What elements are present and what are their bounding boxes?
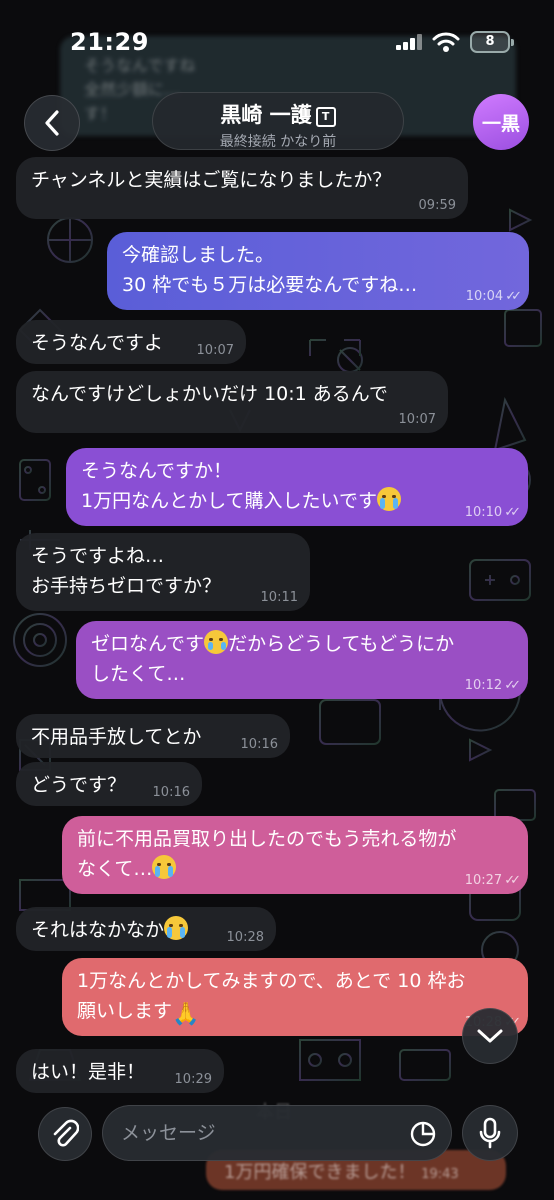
incoming-message[interactable]: なんですけどしょかいだけ 10:1 あるんで 10:07 bbox=[16, 371, 448, 433]
outgoing-message[interactable]: 1万なんとかしてみますので、あとで 10 枠お願いします🙏10:28✓✓ bbox=[62, 958, 528, 1036]
crying-face-emoji-icon bbox=[164, 916, 189, 940]
chevron-left-icon bbox=[45, 110, 59, 136]
paperclip-icon bbox=[53, 1119, 79, 1147]
message-input-box[interactable] bbox=[102, 1105, 452, 1161]
message-input[interactable] bbox=[121, 1116, 401, 1150]
message-text: ゼロなんです bbox=[91, 630, 229, 655]
message-text: 1万円なんとかして購入したいです bbox=[81, 486, 513, 516]
message-text: なんですけどしょかいだけ 10:1 あるんで bbox=[31, 383, 388, 405]
microphone-icon bbox=[479, 1117, 501, 1149]
contact-avatar[interactable]: 一黒 bbox=[473, 94, 529, 150]
chevron-down-icon bbox=[477, 1029, 503, 1043]
message-timestamp: 10:10 ✓✓ bbox=[464, 505, 521, 520]
message-text: 30 枠でも５万は必要なんですね… bbox=[122, 274, 418, 296]
contact-name: 黒崎 一護 T bbox=[153, 99, 403, 129]
message-text: チャンネルと実績はご覧になりましたか？ bbox=[31, 169, 392, 191]
message-timestamp: 10:12 ✓✓ bbox=[464, 678, 521, 693]
last-seen-status: 最終接続 かなり前 bbox=[219, 134, 337, 150]
message-timestamp: 10:07 bbox=[196, 343, 234, 358]
incoming-message[interactable]: そうですよね… お手持ちゼロですか？ 10:11 bbox=[16, 533, 310, 611]
message-timestamp: 10:29 bbox=[174, 1072, 212, 1087]
incoming-message[interactable]: 不用品手放してとか 10:16 bbox=[16, 714, 290, 758]
message-timestamp: 10:16 bbox=[240, 737, 278, 752]
message-text: したくて… bbox=[91, 663, 186, 685]
message-text: そうなんですか！ bbox=[81, 460, 233, 482]
crying-face-emoji-icon bbox=[376, 487, 401, 511]
wifi-icon bbox=[432, 31, 460, 57]
read-checkmarks-icon: ✓✓ bbox=[504, 873, 521, 888]
scroll-down-button[interactable] bbox=[462, 1008, 518, 1064]
outgoing-message[interactable]: 前に不用品買取り出したのでもう売れる物がなくて… 10:27 ✓✓ bbox=[62, 816, 528, 894]
crying-face-emoji-icon bbox=[204, 630, 229, 654]
message-text: なくて… bbox=[77, 854, 513, 884]
incoming-message[interactable]: どうです？ 10:16 bbox=[16, 762, 202, 806]
message-text: 不用品手放してとか bbox=[31, 726, 202, 748]
message-text: 願いします🙏 bbox=[77, 1000, 200, 1027]
folded-hands-emoji-icon: 🙏 bbox=[172, 1002, 200, 1027]
attach-button[interactable] bbox=[38, 1107, 92, 1161]
incoming-message[interactable]: はい！是非！ 10:29 bbox=[16, 1049, 224, 1093]
read-checkmarks-icon: ✓✓ bbox=[504, 505, 521, 520]
chat-title[interactable]: 黒崎 一護 T 最終接続 かなり前 bbox=[152, 92, 404, 150]
outgoing-message[interactable]: ゼロなんです だからどうしてもどうにかしたくて… 10:12 ✓✓ bbox=[76, 621, 528, 699]
message-timestamp: 10:16 bbox=[152, 785, 190, 800]
name-badge-icon: T bbox=[315, 107, 336, 127]
incoming-message[interactable]: チャンネルと実績はご覧になりましたか？ 09:59 bbox=[16, 157, 468, 219]
message-timestamp: 10:28 bbox=[226, 930, 264, 945]
message-text: 今確認しました。 bbox=[122, 244, 275, 266]
back-button[interactable] bbox=[24, 95, 80, 151]
status-time: 21:29 bbox=[70, 28, 149, 56]
sticker-icon[interactable] bbox=[409, 1120, 437, 1148]
message-timestamp: 10:11 bbox=[260, 590, 298, 605]
message-timestamp: 10:27 ✓✓ bbox=[464, 873, 521, 888]
incoming-message[interactable]: それはなかなか 10:28 bbox=[16, 907, 276, 951]
microphone-button[interactable] bbox=[462, 1105, 518, 1161]
incoming-message[interactable]: そうなんですよ 10:07 bbox=[16, 320, 246, 364]
status-bar: 21:29 8 bbox=[0, 0, 554, 80]
message-text: お手持ちゼロですか？ bbox=[31, 575, 222, 597]
message-text: 前に不用品買取り出したのでもう売れる物が bbox=[77, 828, 457, 850]
cellular-signal-icon bbox=[396, 34, 426, 50]
read-checkmarks-icon: ✓✓ bbox=[505, 289, 522, 304]
message-text: だからどうしてもどうにか bbox=[228, 633, 455, 655]
crying-face-emoji-icon bbox=[152, 855, 177, 879]
outgoing-message[interactable]: 今確認しました。 30 枠でも５万は必要なんですね… 10:04 ✓✓ bbox=[107, 232, 529, 310]
read-checkmarks-icon: ✓✓ bbox=[504, 678, 521, 693]
outgoing-message[interactable]: そうなんですか！ 1万円なんとかして購入したいです 10:10 ✓✓ bbox=[66, 448, 528, 526]
message-timestamp: 10:04 ✓✓ bbox=[465, 289, 522, 304]
message-text: そうですよね… bbox=[31, 545, 165, 567]
message-timestamp: 10:07 bbox=[398, 412, 436, 427]
message-timestamp: 09:59 bbox=[418, 198, 456, 213]
message-text: 1万なんとかしてみますので、あとで 10 枠お bbox=[77, 970, 466, 992]
battery-icon: 8 bbox=[470, 31, 514, 53]
